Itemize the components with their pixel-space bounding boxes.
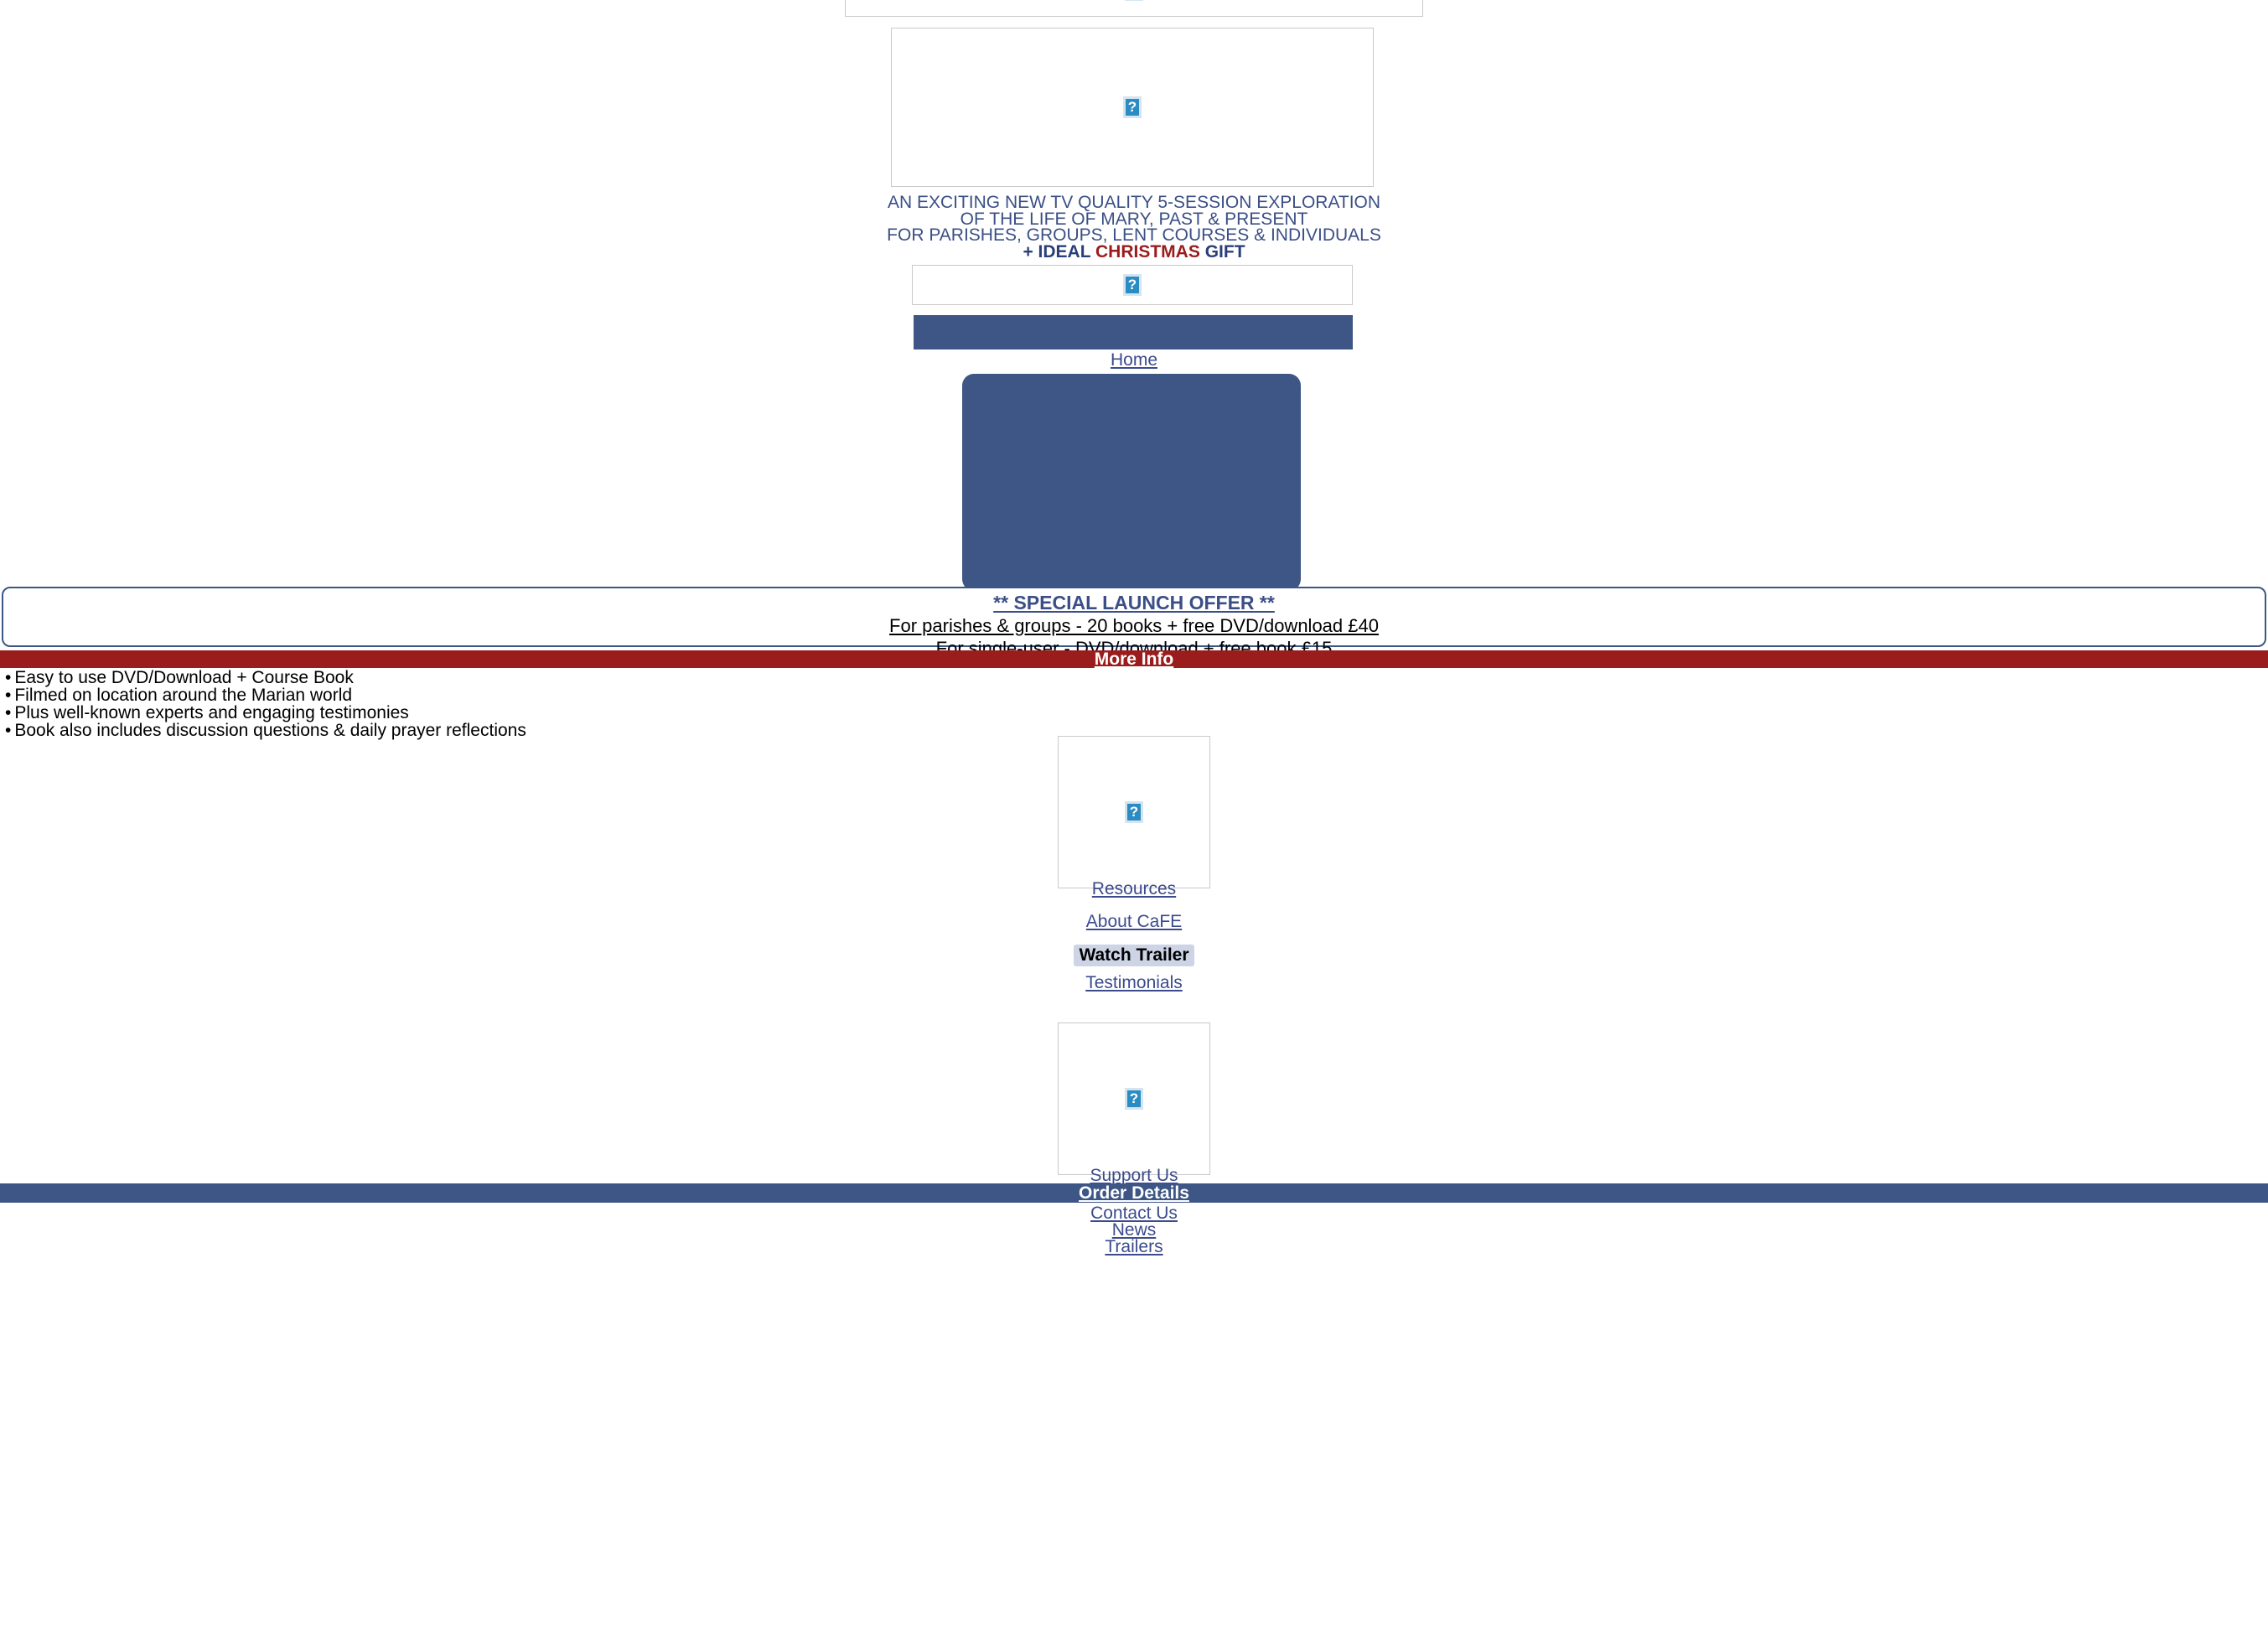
feature-list: • Easy to use DVD/Download + Course Book … (5, 669, 526, 739)
nav-link-row-trailers: Trailers (0, 1237, 2268, 1257)
broken-image-icon: ? (1125, 801, 1143, 823)
nav-link-testimonials[interactable]: Testimonials (1085, 973, 1183, 992)
bullet-glyph: • (5, 703, 12, 722)
resources-thumbnail[interactable]: ? (1058, 736, 1210, 888)
more-info-band[interactable]: More Info (0, 650, 2268, 668)
hero-image: ? (891, 28, 1374, 187)
headline-block: AN EXCITING NEW TV QUALITY 5-SESSION EXP… (0, 194, 2268, 260)
nav-link-order-details[interactable]: Order Details (1079, 1183, 1189, 1203)
list-item: • Filmed on location around the Marian wo… (5, 686, 526, 704)
blue-divider-bar (914, 315, 1353, 349)
nav-link-support-us[interactable]: Support Us (1090, 1166, 1178, 1185)
bullet-glyph: • (5, 721, 12, 740)
offer-title: ** SPECIAL LAUNCH OFFER ** (993, 592, 1275, 614)
order-details-band[interactable]: Order Details (0, 1183, 2268, 1203)
headline-line-1: AN EXCITING NEW TV QUALITY 5-SESSION EXP… (887, 193, 1381, 212)
gift-prefix: + IDEAL (1023, 241, 1096, 261)
feature-text: Easy to use DVD/Download + Course Book (14, 668, 354, 687)
gift-suffix: GIFT (1199, 241, 1245, 261)
nav-link-about-cafe[interactable]: About CaFE (1086, 912, 1182, 931)
list-item: • Book also includes discussion questions… (5, 722, 526, 739)
broken-image-icon: ? (1123, 96, 1142, 118)
headline-gift-line: + IDEAL CHRISTMAS GIFT (0, 241, 2268, 261)
nav-link-resources[interactable]: Resources (1092, 879, 1176, 898)
video-placeholder-panel[interactable] (962, 374, 1301, 591)
feature-text: Filmed on location around the Marian wor… (14, 686, 353, 705)
list-item: • Easy to use DVD/Download + Course Book (5, 669, 526, 686)
nav-link-row-about: About CaFE (0, 912, 2268, 932)
special-offer-box: ** SPECIAL LAUNCH OFFER ** For parishes … (2, 587, 2266, 659)
support-us-thumbnail[interactable]: ? (1058, 1022, 1210, 1175)
list-item: • Plus well-known experts and engaging te… (5, 704, 526, 722)
nav-link-home[interactable]: Home (1111, 350, 1157, 370)
offer-line-parishes[interactable]: For parishes & groups - 20 books + free … (889, 615, 1379, 637)
nav-link-row-resources: Resources (0, 879, 2268, 899)
logo-strip-image: ? (912, 265, 1353, 305)
nav-link-trailers[interactable]: Trailers (1105, 1237, 1162, 1256)
nav-link-watch-trailer[interactable]: Watch Trailer (1074, 945, 1194, 966)
broken-image-icon: ? (1125, 1088, 1143, 1110)
gift-highlight: CHRISTMAS (1095, 241, 1200, 261)
feature-text: Plus well-known experts and engaging tes… (14, 703, 409, 722)
bullet-glyph: • (5, 668, 12, 687)
bullet-glyph: • (5, 686, 12, 705)
top-banner-image: ? (845, 0, 1423, 17)
broken-image-icon: ? (1123, 274, 1142, 296)
more-info-label[interactable]: More Info (1095, 650, 1174, 669)
feature-text: Book also includes discussion questions … (14, 721, 526, 740)
nav-link-row-testimonials: Testimonials (0, 973, 2268, 993)
broken-image-icon: ? (1125, 0, 1143, 1)
home-link-row: Home (0, 350, 2268, 370)
nav-link-row-watch-trailer: Watch Trailer (0, 945, 2268, 966)
